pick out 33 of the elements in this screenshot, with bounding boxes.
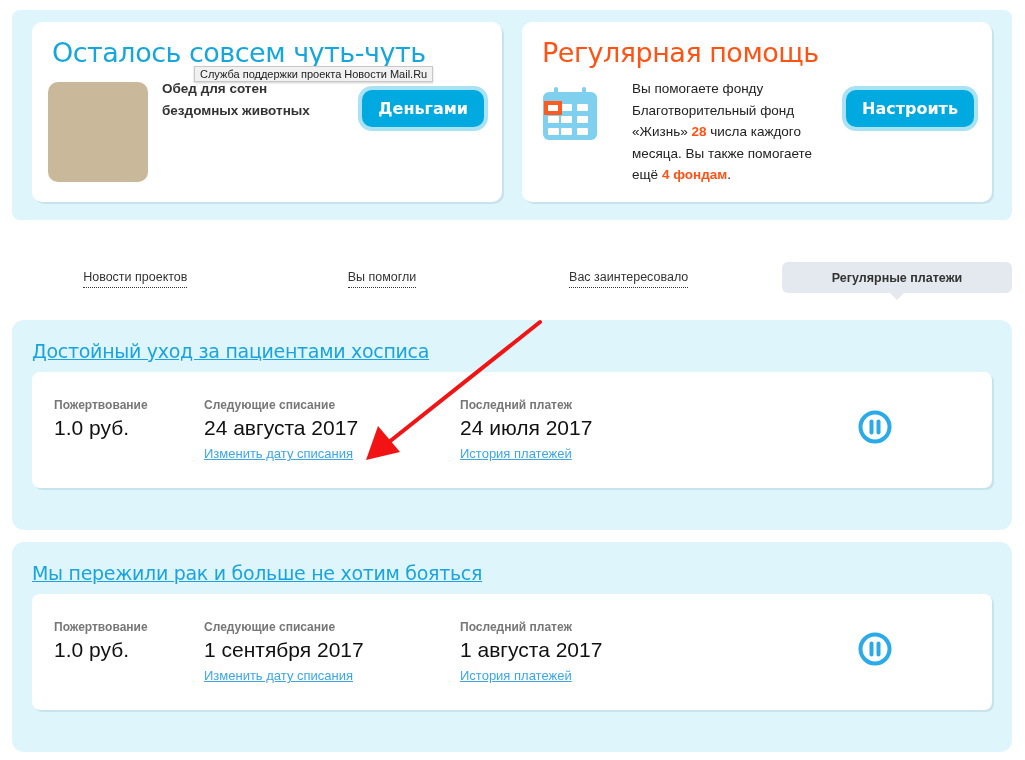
field-label: Последний платеж xyxy=(460,620,572,634)
field-value: 1 августа 2017 xyxy=(460,638,603,662)
card-title: Регулярная помощь xyxy=(542,36,820,70)
history-link[interactable]: История платежей xyxy=(460,446,572,461)
field-label: Пожертвование xyxy=(54,620,148,634)
pause-icon[interactable] xyxy=(858,410,892,444)
subscription-title-link[interactable]: Достойный уход за пациентами хосписа xyxy=(32,340,430,362)
change-date-link[interactable]: Изменить дату списания xyxy=(204,668,353,683)
field-label: Последний платеж xyxy=(460,398,572,412)
tab-pointer xyxy=(890,293,904,300)
field-value: 1 сентября 2017 xyxy=(204,638,364,662)
tooltip: Служба поддержки проекта Новости Mail.Ru xyxy=(194,66,434,82)
history-link[interactable]: История платежей xyxy=(460,668,572,683)
tab[interactable]: Вы помогли xyxy=(347,266,417,288)
calendar-icon xyxy=(542,86,598,142)
field-value: 1.0 руб. xyxy=(54,416,130,440)
subscription-title-link[interactable]: Мы пережили рак и больше не хотим бояться xyxy=(32,562,483,584)
tab[interactable]: Регулярные платежи xyxy=(782,262,1012,293)
tab[interactable]: Новости проектов xyxy=(83,266,188,288)
card-description: Обед для сотен бездомных животных xyxy=(162,80,311,120)
card-description: Вы помогаете фонду Благотворительный фонд «Жизнь» 28 числа каждого месяца. Вы также помогаете ещё 4 фондам. xyxy=(632,80,814,184)
field-label: Следующие списание xyxy=(204,398,336,412)
change-date-link[interactable]: Изменить дату списания xyxy=(204,446,353,461)
card-button[interactable]: Настроить xyxy=(842,86,978,131)
field-label: Следующие списание xyxy=(204,620,336,634)
pause-icon[interactable] xyxy=(858,632,892,666)
tab[interactable]: Вас заинтересовало xyxy=(569,266,689,288)
field-value: 1.0 руб. xyxy=(54,638,130,662)
card-button[interactable]: Деньгами xyxy=(358,86,488,131)
card-title: Осталось совсем чуть-чуть xyxy=(52,36,427,69)
field-label: Пожертвование xyxy=(54,398,148,412)
field-value: 24 августа 2017 xyxy=(204,416,359,440)
field-value: 24 июля 2017 xyxy=(460,416,593,440)
